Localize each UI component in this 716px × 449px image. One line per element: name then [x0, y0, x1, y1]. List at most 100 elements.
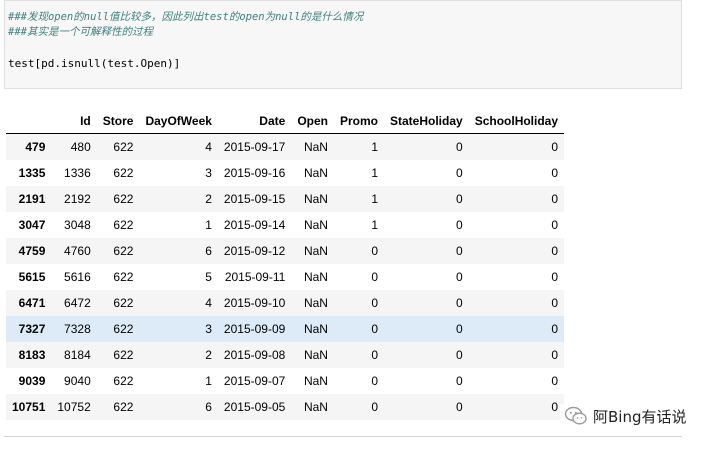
table-cell-promo: 0	[371, 322, 378, 336]
table-cell-schoolholiday: 0	[551, 140, 559, 154]
table-cell-stateholiday: 0	[456, 322, 463, 336]
table-row[interactable]: 6471 6472 622 4 2015-09-10 NaN 0 0 0	[6, 290, 565, 316]
table-cell-open: NaN	[303, 218, 328, 232]
table-cell-store: 622	[113, 322, 134, 336]
table-cell-dayofweek: 3	[205, 322, 212, 336]
dataframe-table: Id Store DayOfWeek Date Open Promo StateHolida…	[6, 108, 565, 420]
table-row[interactable]: 7327 7328 622 3 2015-09-09 NaN 0 0 0	[6, 316, 565, 342]
wechat-icon	[564, 406, 587, 425]
table-cell-promo: 0	[371, 400, 378, 414]
table-cell-stateholiday: 0	[456, 400, 463, 414]
row-index: 6471	[18, 296, 46, 310]
table-cell-schoolholiday: 0	[551, 374, 559, 388]
table-cell-store: 622	[113, 374, 134, 388]
table-cell-promo: 0	[371, 296, 378, 310]
table-row[interactable]: 1335 1336 622 3 2015-09-16 NaN 1 0 0	[6, 160, 565, 186]
table-body: 479 480 622 4 2015-09-17 NaN 1 0 0 1335 1336 622 3 20…	[6, 133, 565, 420]
table-cell-dayofweek: 5	[205, 270, 212, 284]
table-cell-stateholiday: 0	[456, 192, 463, 206]
table-cell-id: 8184	[64, 348, 91, 362]
row-index: 9039	[18, 374, 46, 388]
table-row[interactable]: 479 480 622 4 2015-09-17 NaN 1 0 0	[6, 133, 565, 160]
table-row[interactable]: 8183 8184 622 2 2015-09-08 NaN 0 0 0	[6, 342, 565, 368]
table-cell-promo: 1	[371, 192, 378, 206]
table-cell-id: 4760	[64, 244, 91, 258]
row-index: 3047	[18, 218, 46, 232]
table-cell-date: 2015-09-16	[223, 166, 286, 180]
code-comment-line-2: ###其实是一个可解释性的过程	[8, 26, 153, 38]
table-cell-stateholiday: 0	[456, 374, 463, 388]
table-cell-schoolholiday: 0	[551, 244, 559, 258]
watermark-text: 阿Bing有话说	[593, 407, 687, 426]
column-header-date: Date	[217, 108, 292, 134]
column-header-id: Id	[51, 108, 97, 134]
table-cell-schoolholiday: 0	[551, 192, 559, 206]
table-cell-stateholiday: 0	[456, 244, 463, 258]
column-header-open: Open	[291, 108, 334, 134]
table-cell-dayofweek: 4	[205, 140, 212, 154]
table-cell-dayofweek: 6	[205, 244, 212, 258]
table-cell-store: 622	[113, 140, 134, 154]
table-row[interactable]: 9039 9040 622 1 2015-09-07 NaN 0 0 0	[6, 368, 565, 394]
table-cell-schoolholiday: 0	[551, 348, 559, 362]
table-cell-promo: 0	[371, 270, 378, 284]
table-cell-store: 622	[113, 244, 134, 258]
column-header-promo: Promo	[333, 108, 384, 134]
row-index: 1335	[18, 166, 46, 180]
table-cell-stateholiday: 0	[456, 166, 463, 180]
table-cell-schoolholiday: 0	[551, 322, 559, 336]
table-row[interactable]: 4759 4760 622 6 2015-09-12 NaN 0 0 0	[6, 238, 565, 264]
table-cell-date: 2015-09-08	[223, 348, 286, 362]
table-cell-stateholiday: 0	[456, 218, 463, 232]
table-cell-id: 5616	[64, 270, 91, 284]
table-cell-date: 2015-09-14	[223, 218, 286, 232]
table-cell-schoolholiday: 0	[551, 270, 559, 284]
table-cell-open: NaN	[303, 322, 328, 336]
table-row[interactable]: 10751 10752 622 6 2015-09-05 NaN 0 0 0	[6, 394, 565, 420]
table-cell-stateholiday: 0	[456, 270, 463, 284]
code-line: test[pd.isnull(test.Open)]	[8, 57, 181, 70]
table-cell-id: 10752	[57, 400, 91, 414]
table-cell-store: 622	[113, 348, 134, 362]
table-cell-dayofweek: 4	[205, 296, 212, 310]
table-cell-store: 622	[113, 400, 134, 414]
table-cell-open: NaN	[303, 374, 328, 388]
table-cell-promo: 1	[371, 218, 378, 232]
table-cell-promo: 0	[371, 244, 378, 258]
row-index: 8183	[18, 348, 46, 362]
table-cell-promo: 1	[371, 140, 378, 154]
table-cell-store: 622	[113, 166, 134, 180]
row-index: 4759	[18, 244, 46, 258]
cell-divider	[4, 436, 682, 437]
table-cell-dayofweek: 2	[205, 348, 212, 362]
index-header	[6, 108, 52, 134]
row-index: 7327	[18, 322, 46, 336]
row-index: 479	[25, 140, 46, 154]
table-cell-stateholiday: 0	[456, 296, 463, 310]
table-cell-id: 480	[70, 140, 91, 154]
code-comment-line-1: ###发现open的null值比较多，因此列出test的open为null的是什…	[8, 11, 364, 23]
table-cell-store: 622	[113, 192, 134, 206]
table-cell-dayofweek: 6	[205, 400, 212, 414]
column-header-schoolholiday: SchoolHoliday	[468, 108, 565, 134]
dataframe-output: Id Store DayOfWeek Date Open Promo StateHolida…	[6, 108, 676, 420]
table-row[interactable]: 2191 2192 622 2 2015-09-15 NaN 1 0 0	[6, 186, 565, 212]
table-cell-promo: 0	[371, 348, 378, 362]
table-cell-open: NaN	[303, 244, 328, 258]
table-cell-store: 622	[113, 270, 134, 284]
table-row[interactable]: 5615 5616 622 5 2015-09-11 NaN 0 0 0	[6, 264, 565, 290]
table-row[interactable]: 3047 3048 622 1 2015-09-14 NaN 1 0 0	[6, 212, 565, 238]
column-header-dayofweek: DayOfWeek	[139, 108, 218, 134]
code-cell[interactable]: ###发现open的null值比较多，因此列出test的open为null的是什…	[4, 0, 682, 89]
table-cell-schoolholiday: 0	[551, 218, 559, 232]
table-cell-id: 1336	[64, 166, 91, 180]
table-cell-date: 2015-09-10	[223, 296, 286, 310]
table-cell-schoolholiday: 0	[551, 296, 559, 310]
table-cell-id: 2192	[64, 192, 91, 206]
table-cell-dayofweek: 1	[205, 374, 212, 388]
table-cell-stateholiday: 0	[456, 348, 463, 362]
table-cell-date: 2015-09-11	[224, 270, 286, 284]
table-cell-store: 622	[113, 296, 134, 310]
table-cell-date: 2015-09-05	[223, 400, 286, 414]
table-cell-open: NaN	[303, 140, 328, 154]
